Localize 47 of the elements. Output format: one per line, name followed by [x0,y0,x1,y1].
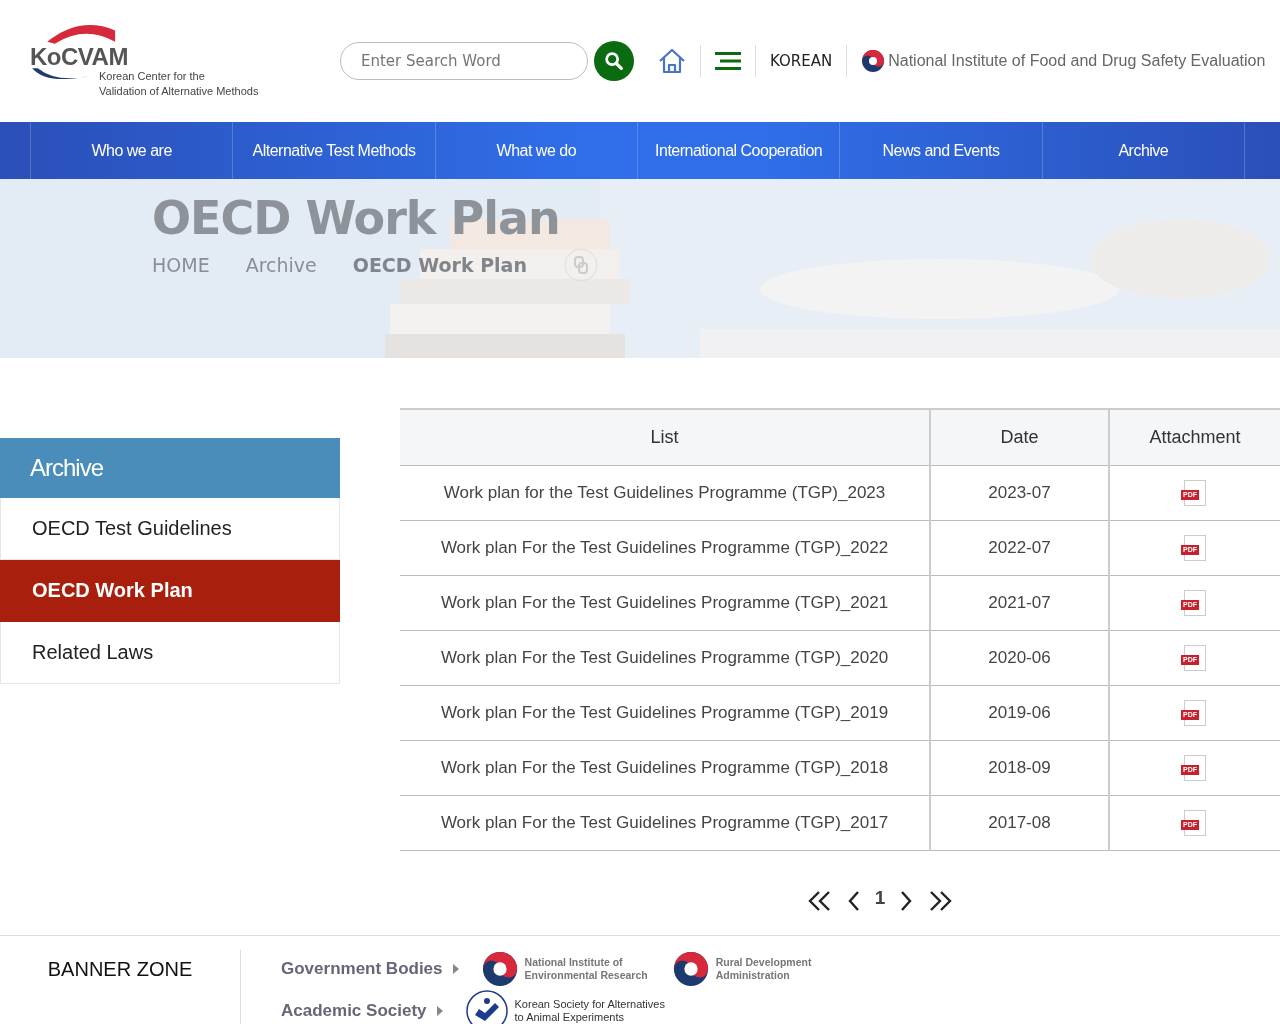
document-link[interactable]: Work plan For the Test Guidelines Programme (TGP)_2020 [400,630,930,686]
home-icon[interactable] [658,48,686,74]
banner-zone-title: BANNER ZONE [46,957,194,982]
previous-page-icon[interactable] [846,889,861,913]
document-link[interactable]: Work plan For the Test Guidelines Programme (TGP)_2022 [400,520,930,576]
banner-link[interactable]: Rural Development Administration [715,956,812,982]
banner-category[interactable]: Academic Society [281,1001,427,1021]
search-icon [603,50,625,72]
sidebar-item[interactable]: OECD Work Plan [0,560,340,622]
table-cell: 2023-07 [930,465,1109,521]
table-cell: 2020-06 [930,630,1109,686]
search-button[interactable] [594,41,634,81]
document-link[interactable]: Work plan For the Test Guidelines Programme (TGP)_2021 [400,575,930,631]
banner-link[interactable]: National Institute of Environmental Research [524,956,648,982]
document-link[interactable]: Work plan For the Test Guidelines Programme (TGP)_2018 [400,740,930,796]
banner-category[interactable]: Government Bodies [281,959,443,979]
page-title: OECD Work Plan [152,191,561,245]
column-header: List [400,409,930,466]
breadcrumb-link[interactable]: OECD Work Plan [352,254,527,276]
column-header: Date [930,409,1109,466]
first-page-icon[interactable] [806,889,833,913]
caret-icon [452,964,459,974]
emblem-icon [671,950,710,988]
document-link[interactable]: Work plan for the Test Guidelines Programme (TGP)_2023 [400,465,930,521]
document-link[interactable]: Work plan For the Test Guidelines Programme (TGP)_2019 [400,685,930,741]
table-cell: 2021-07 [930,575,1109,631]
institute-link[interactable]: National Institute of Food and Drug Safety Evaluation [888,52,1266,70]
caret-icon [436,1006,443,1016]
document-link[interactable]: Work plan For the Test Guidelines Programme (TGP)_2017 [400,795,930,851]
emblem-icon [480,950,519,988]
column-header: Attachment [1109,409,1280,466]
table-cell: 2017-08 [930,795,1109,851]
sidebar-item[interactable]: Related Laws [0,622,340,684]
table-cell: 2022-07 [930,520,1109,576]
last-page-icon[interactable] [927,889,954,913]
logo-subtitle: Korean Center for the Validation of Alternative Methods [99,69,259,99]
table-cell: 2018-09 [930,740,1109,796]
table-cell: 2019-06 [930,685,1109,741]
emblem-icon [861,49,886,73]
banner-link[interactable]: Korean Society for Alternatives to Animal Experiments [514,998,665,1024]
search-field[interactable]: Enter Search Word [340,42,588,80]
sidebar-heading: Archive [0,438,340,498]
logo-name: KoCVAM [30,43,128,71]
menu-icon[interactable] [715,51,741,71]
language-link[interactable]: KOREAN [770,52,833,70]
next-page-icon[interactable] [899,889,914,913]
page-number[interactable]: 1 [874,887,886,909]
